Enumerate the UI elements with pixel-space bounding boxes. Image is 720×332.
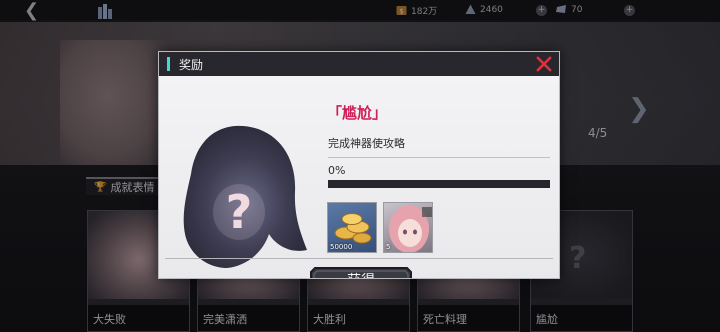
dialog-body: ? 「尴尬」 完成神器使攻略 0% 50000 5 — [159, 76, 559, 278]
locked-sticker-silhouette: ? — [183, 125, 307, 268]
dialog-title: 奖励 — [179, 58, 204, 72]
achievement-title: 「尴尬」 — [327, 104, 388, 122]
question-mark-icon: ? — [226, 185, 253, 239]
progress-percent: 0% — [328, 164, 346, 177]
reward-item-character[interactable]: 5 — [383, 202, 433, 253]
achievement-description: 完成神器使攻略 — [328, 137, 405, 150]
footer-divider — [165, 258, 553, 259]
claim-button-label: 获得 — [309, 266, 413, 278]
reward-dialog: 奖励 ? 「尴尬」 完成神器使攻略 0% 50000 5 — [158, 51, 560, 279]
close-icon[interactable] — [535, 55, 553, 73]
reward-count: 50000 — [330, 243, 353, 251]
dialog-header: 奖励 — [159, 52, 559, 76]
claim-button[interactable]: 获得 — [309, 266, 413, 278]
character-portrait-icon — [389, 205, 432, 252]
reward-item-gold-coins[interactable]: 50000 — [327, 202, 377, 253]
progress-bar — [328, 180, 550, 188]
divider — [328, 157, 550, 158]
reward-count: 5 — [386, 243, 391, 251]
header-accent — [167, 57, 170, 71]
